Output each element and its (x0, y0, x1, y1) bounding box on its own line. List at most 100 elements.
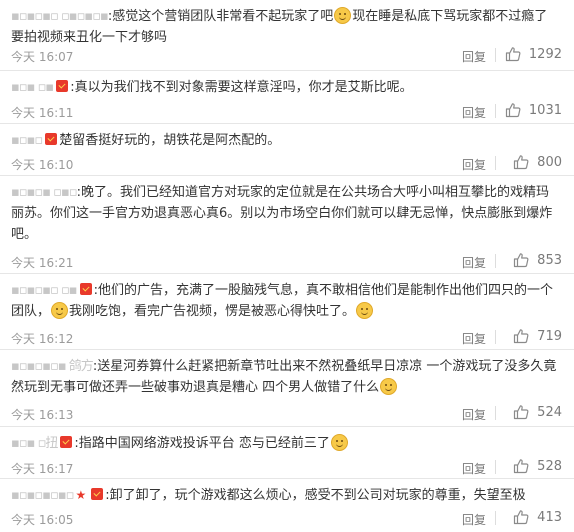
reply-button[interactable]: 回复 (462, 406, 486, 423)
comment-body-continued: 我刚吃饱，看完广告视频，愣是被恶心得快吐了。 (69, 304, 356, 319)
divider (495, 48, 496, 62)
comment-meta: 今天 16:07 回复 1292 (11, 46, 562, 66)
divider (495, 104, 496, 118)
comment-body: 楚留香挺好玩的，胡铁花是阿杰配的。 (59, 133, 281, 148)
like-count: 1031 (528, 102, 562, 118)
thumbs-up-icon (514, 155, 529, 170)
comment-body: :送星河券算什么赶紧把新章节吐出来不然祝叠纸早日凉凉 一个游戏玩了没多久竟然玩到… (11, 359, 557, 395)
like-button[interactable]: 1292 (505, 46, 562, 62)
reply-button[interactable]: 回复 (462, 104, 486, 121)
comment-item: ▪▫▪▫▪▫ ▫▪:他们的广告，充满了一股脑残气息，真不敢相信他们是能制作出他们… (0, 274, 574, 350)
comment-text: ▪▫▪▫▪▫ ▫▪▫▪▫▪:感觉这个营销团队非常看不起玩家了吧 现在睡是私底下骂玩… (11, 6, 560, 48)
vip-badge-icon (79, 283, 92, 295)
comment-item: ▪▫▪▫▪▫▪ 鸽方:送星河券算什么赶紧把新章节吐出来不然祝叠纸早日凉凉 一个游… (0, 350, 574, 427)
comment-meta: 今天 16:10 回复 800 (11, 154, 562, 174)
comment-item: ▪▫▪▫▪▫▪▫ ★ :卸了卸了，玩个游戏都这么烦心，感受不到公司对玩家的尊重，失望… (0, 479, 574, 532)
comment-item: ▪▫▪ ▫扭 :指路中国网络游戏投诉平台 恋与已经前三了 今天 16:17 回复 … (0, 427, 574, 479)
comment-time: 今天 16:05 (11, 513, 74, 527)
like-button[interactable]: 413 (513, 509, 562, 525)
smile-emoji-icon (356, 302, 374, 319)
crying-emoji-icon (380, 378, 398, 395)
like-button[interactable]: 719 (513, 328, 562, 344)
reply-button[interactable]: 回复 (462, 460, 486, 477)
like-count: 853 (537, 252, 562, 268)
like-count: 800 (537, 154, 562, 170)
like-count: 524 (537, 404, 562, 420)
comment-time: 今天 16:17 (11, 462, 74, 476)
comment-meta: 今天 16:05 回复 413 (11, 509, 562, 529)
comment-text: ▪▫▪▫▪▫▪ 鸽方:送星河券算什么赶紧把新章节吐出来不然祝叠纸早日凉凉 一个游… (11, 356, 560, 398)
thumbs-up-icon (505, 103, 521, 118)
comment-username[interactable]: ▪▫▪▫▪▫▪ 鸽方 (11, 359, 94, 374)
comment-time: 今天 16:10 (11, 158, 74, 172)
comment-text: ▪▫▪▫▪ ▫▪▫:晚了。我们已经知道官方对玩家的定位就是在公共场合大呼小叫相互… (11, 182, 560, 245)
comment-text: ▪▫▪▫ 楚留香挺好玩的，胡铁花是阿杰配的。 (11, 130, 560, 151)
thumbs-up-icon (505, 47, 521, 62)
like-count: 413 (537, 509, 562, 525)
comment-text: ▪▫▪ ▫扭 :指路中国网络游戏投诉平台 恋与已经前三了 (11, 433, 560, 454)
comment-meta: 今天 16:13 回复 524 (11, 404, 562, 424)
comment-username[interactable]: ▪▫▪▫▪▫▪▫ (11, 488, 74, 503)
comment-item: ▪▫▪▫▪ ▫▪▫:晚了。我们已经知道官方对玩家的定位就是在公共场合大呼小叫相互… (0, 176, 574, 274)
comment-list: ▪▫▪▫▪▫ ▫▪▫▪▫▪:感觉这个营销团队非常看不起玩家了吧 现在睡是私底下骂玩… (0, 0, 574, 532)
divider (495, 511, 496, 525)
reply-button[interactable]: 回复 (462, 48, 486, 65)
comment-username[interactable]: ▪▫▪▫▪▫ ▫▪ (11, 283, 78, 298)
comment-time: 今天 16:21 (11, 256, 74, 270)
comment-item: ▪▫▪▫ 楚留香挺好玩的，胡铁花是阿杰配的。 今天 16:10 回复 800 (0, 124, 574, 176)
comment-time: 今天 16:13 (11, 408, 74, 422)
vip-badge-icon (91, 488, 104, 500)
thumbs-up-icon (514, 329, 529, 344)
comment-text: ▪▫▪ ▫▪ :真以为我们找不到对象需要这样意淫吗，你才是艾斯比呢。 (11, 77, 560, 98)
comment-body: :卸了卸了，玩个游戏都这么烦心，感受不到公司对玩家的尊重，失望至极 (105, 488, 526, 503)
comment-meta: 今天 16:12 回复 719 (11, 328, 562, 348)
like-button[interactable]: 528 (513, 458, 562, 474)
comment-time: 今天 16:11 (11, 106, 74, 120)
vip-badge-icon (56, 80, 69, 92)
like-count: 1292 (528, 46, 562, 62)
vip-badge-icon (60, 436, 73, 448)
thumbs-up-icon (514, 405, 529, 420)
like-button[interactable]: 800 (513, 154, 562, 170)
comment-username[interactable]: ▪▫▪ ▫▪ (11, 80, 54, 95)
comment-body: :指路中国网络游戏投诉平台 恋与已经前三了 (74, 436, 330, 451)
smile-emoji-icon (330, 434, 348, 451)
comment-username[interactable]: ▪▫▪ ▫扭 (11, 436, 58, 451)
like-count: 719 (537, 328, 562, 344)
reply-button[interactable]: 回复 (462, 254, 486, 271)
comment-time: 今天 16:12 (11, 332, 74, 346)
comment-body: :感觉这个营销团队非常看不起玩家了吧 (107, 9, 334, 24)
star-badge-icon: ★ (75, 488, 87, 502)
divider (495, 330, 496, 344)
vip-badge-icon (45, 133, 58, 145)
comment-text: ▪▫▪▫▪▫ ▫▪:他们的广告，充满了一股脑残气息，真不敢相信他们是能制作出他们… (11, 280, 560, 322)
like-button[interactable]: 853 (513, 252, 562, 268)
comment-text: ▪▫▪▫▪▫▪▫ ★ :卸了卸了，玩个游戏都这么烦心，感受不到公司对玩家的尊重，失望… (11, 485, 560, 506)
like-button[interactable]: 524 (513, 404, 562, 420)
comment-body: :晚了。我们已经知道官方对玩家的定位就是在公共场合大呼小叫相互攀比的戏精玛丽苏。… (11, 185, 553, 242)
comment-meta: 今天 16:17 回复 528 (11, 458, 562, 478)
thumbs-up-icon (514, 459, 529, 474)
comment-username[interactable]: ▪▫▪▫ (11, 133, 43, 148)
divider (495, 406, 496, 420)
comment-meta: 今天 16:11 回复 1031 (11, 102, 562, 122)
comment-item: ▪▫▪ ▫▪ :真以为我们找不到对象需要这样意淫吗，你才是艾斯比呢。 今天 16:… (0, 71, 574, 124)
divider (495, 254, 496, 268)
comment-body: :真以为我们找不到对象需要这样意淫吗，你才是艾斯比呢。 (70, 80, 413, 95)
reply-button[interactable]: 回复 (462, 511, 486, 528)
reply-button[interactable]: 回复 (462, 156, 486, 173)
sick-emoji-icon (51, 302, 69, 319)
like-button[interactable]: 1031 (505, 102, 562, 118)
comment-item: ▪▫▪▫▪▫ ▫▪▫▪▫▪:感觉这个营销团队非常看不起玩家了吧 现在睡是私底下骂玩… (0, 0, 574, 71)
comment-username[interactable]: ▪▫▪▫▪ ▫▪▫ (11, 185, 78, 200)
thumbs-up-icon (514, 510, 529, 525)
divider (495, 156, 496, 170)
reply-button[interactable]: 回复 (462, 330, 486, 347)
comment-meta: 今天 16:21 回复 853 (11, 252, 562, 272)
thumbs-up-icon (514, 253, 529, 268)
divider (495, 460, 496, 474)
smile-emoji-icon (334, 7, 352, 24)
comment-username[interactable]: ▪▫▪▫▪▫ ▫▪▫▪▫▪ (11, 9, 109, 24)
comment-time: 今天 16:07 (11, 50, 74, 64)
like-count: 528 (537, 458, 562, 474)
